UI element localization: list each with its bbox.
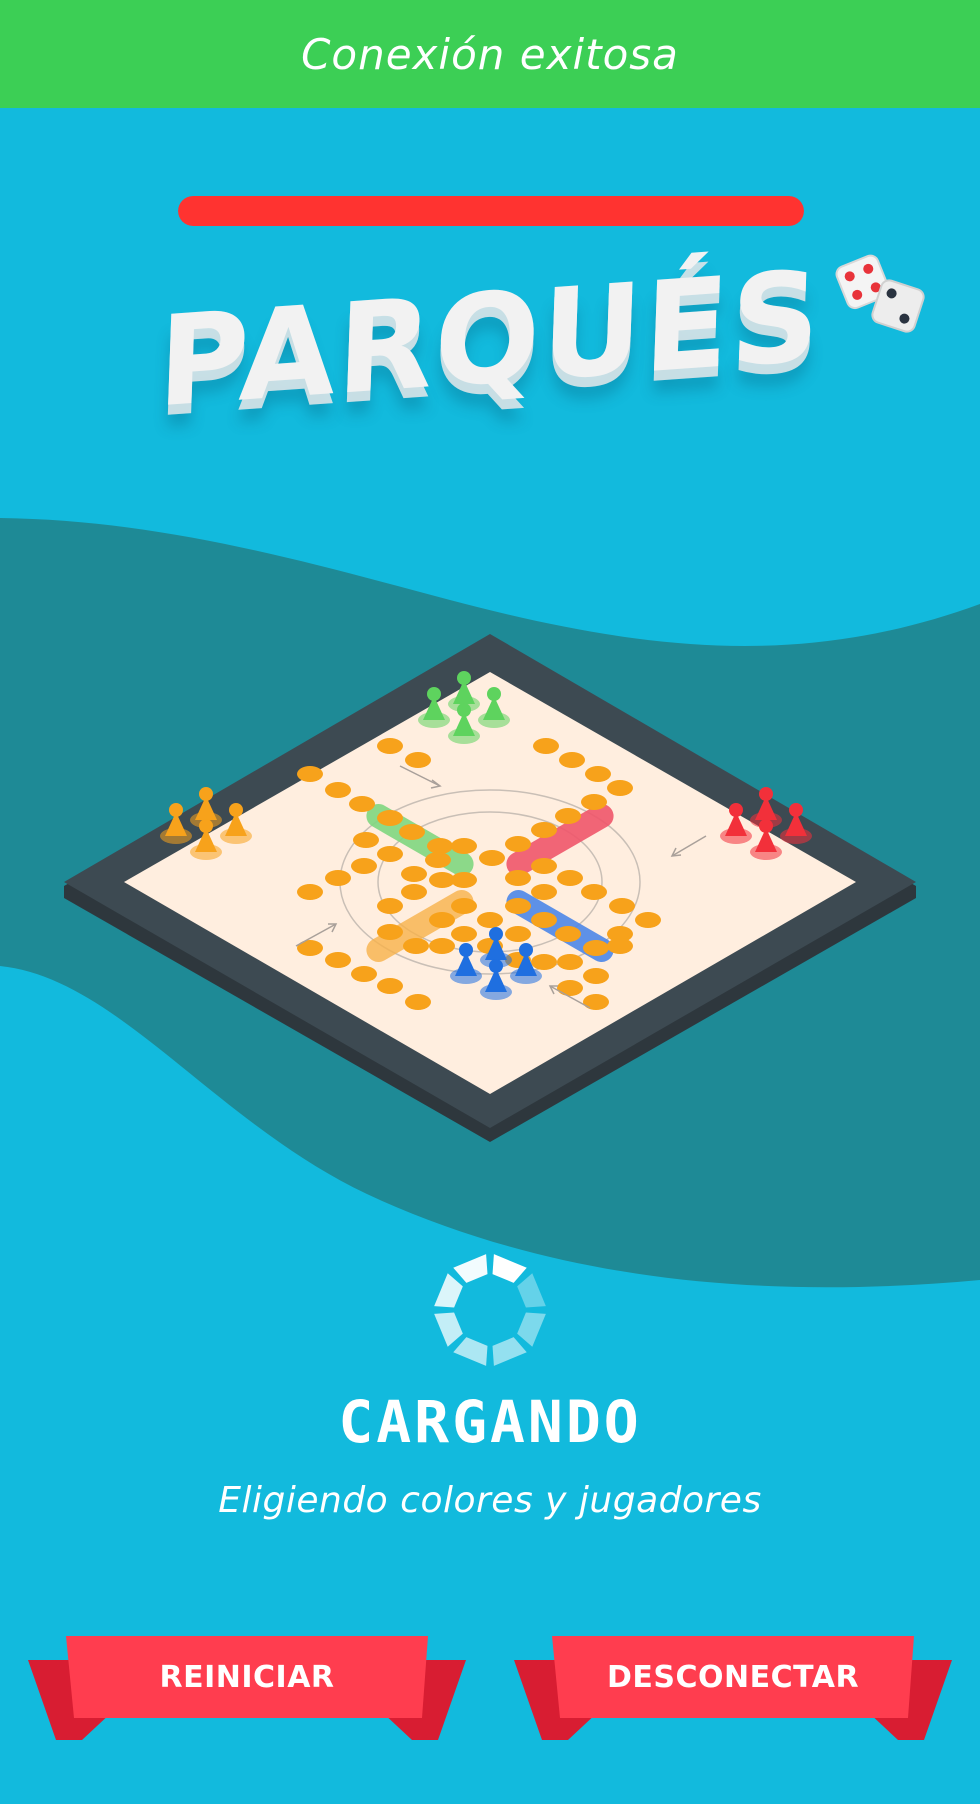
board-cell	[583, 968, 609, 984]
board-cell	[377, 924, 403, 940]
board-cell	[451, 926, 477, 942]
board-cell	[427, 838, 453, 854]
spinner-segment	[517, 1273, 546, 1308]
spinner-segment	[434, 1273, 463, 1308]
board-cell	[585, 766, 611, 782]
board-cell	[399, 824, 425, 840]
spinner-segment	[492, 1254, 527, 1283]
spinner-segment	[492, 1337, 527, 1366]
board-cell	[531, 912, 557, 928]
dice-icon	[835, 254, 925, 333]
disconnect-button-label: DESCONECTAR	[606, 1660, 860, 1695]
board-cell	[451, 898, 477, 914]
spinner-segment	[517, 1312, 546, 1347]
board-cell	[557, 870, 583, 886]
restart-button-label: REINICIAR	[159, 1660, 335, 1695]
spinner-segment	[434, 1312, 463, 1347]
board-cell	[635, 912, 661, 928]
board-cell	[505, 926, 531, 942]
board-cell	[349, 796, 375, 812]
board-cell	[557, 954, 583, 970]
board-cell	[297, 940, 323, 956]
board-cell	[425, 852, 451, 868]
board-cell	[377, 810, 403, 826]
board-cell	[451, 838, 477, 854]
game-logo: PARQUÉS	[0, 244, 980, 448]
board-cell	[559, 752, 585, 768]
board-cell	[505, 836, 531, 852]
parques-board	[64, 634, 916, 1142]
board-cell	[533, 738, 559, 754]
board-cell	[607, 780, 633, 796]
board-cell	[583, 994, 609, 1010]
board-cell	[351, 966, 377, 982]
board-cell	[531, 822, 557, 838]
board-cell	[557, 980, 583, 996]
spinner-segment	[453, 1254, 488, 1283]
board-cell	[377, 898, 403, 914]
board-cell	[531, 858, 557, 874]
board-cell	[377, 846, 403, 862]
board-cell	[403, 938, 429, 954]
progress-bar-fill	[178, 196, 804, 226]
board-cell	[377, 738, 403, 754]
board-cell	[401, 866, 427, 882]
board-cell	[405, 752, 431, 768]
board-cell	[429, 938, 455, 954]
board-cell	[531, 954, 557, 970]
board-cell	[377, 978, 403, 994]
board-cell	[325, 782, 351, 798]
spinner-icon	[434, 1254, 546, 1366]
board-cell	[555, 808, 581, 824]
board-cell	[531, 884, 557, 900]
disconnect-button[interactable]: DESCONECTAR	[508, 1630, 958, 1742]
board-cell	[297, 766, 323, 782]
progress-bar	[178, 196, 804, 226]
game-title: PARQUÉS	[155, 244, 825, 436]
loading-title: CARGANDO	[338, 1388, 642, 1456]
board-cell	[297, 884, 323, 900]
board-cell	[477, 912, 503, 928]
board-cell	[505, 898, 531, 914]
board-cell	[479, 850, 505, 866]
board-cell	[451, 872, 477, 888]
spinner-segment	[453, 1337, 488, 1366]
board-cell	[581, 884, 607, 900]
connection-status-bar: Conexión exitosa	[0, 0, 980, 108]
board-cell	[555, 926, 581, 942]
board-cell	[401, 884, 427, 900]
board-cell	[505, 870, 531, 886]
board-cell	[351, 858, 377, 874]
board-cell	[353, 832, 379, 848]
board-cell	[325, 870, 351, 886]
board-cell	[429, 912, 455, 928]
board-cell	[607, 938, 633, 954]
board-cell	[609, 898, 635, 914]
board-cell	[325, 952, 351, 968]
connection-status-text: Conexión exitosa	[301, 29, 679, 79]
restart-button[interactable]: REINICIAR	[22, 1630, 472, 1742]
board-cell	[583, 940, 609, 956]
board-cell	[581, 794, 607, 810]
board-cell	[405, 994, 431, 1010]
loading-subtitle: Eligiendo colores y jugadores	[218, 1480, 762, 1521]
